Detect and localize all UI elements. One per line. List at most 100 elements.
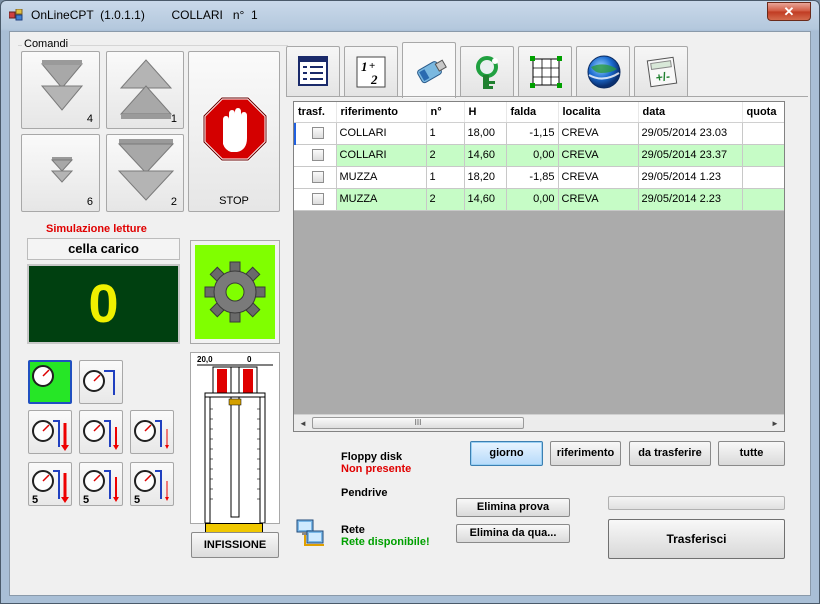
tab-numbering[interactable]: 1 + 2 [344, 46, 398, 96]
table-row[interactable]: COLLARI 2 14,60 0,00 CREVA 29/05/2014 23… [294, 144, 784, 167]
cell-localita[interactable]: CREVA [558, 122, 639, 145]
step-number: 5 [32, 494, 38, 505]
transfer-checkbox[interactable] [312, 127, 324, 140]
gauge-down-1-button[interactable] [28, 410, 72, 454]
cell-h[interactable]: 14,60 [464, 144, 507, 167]
gauge-arrow-icon [83, 370, 115, 395]
cell-data[interactable]: 29/05/2014 23.03 [638, 122, 743, 145]
column-header-h[interactable]: H [464, 102, 507, 123]
gauge-down-3-button[interactable] [130, 410, 174, 454]
cell-falda[interactable]: -1,15 [506, 122, 559, 145]
tab-map[interactable] [518, 46, 572, 96]
close-button[interactable]: ✕ [767, 2, 811, 21]
transfer-cell[interactable] [294, 166, 337, 189]
scroll-thumb[interactable]: III [312, 417, 524, 429]
tab-globe[interactable] [576, 46, 630, 96]
cell-falda[interactable]: 0,00 [506, 144, 559, 167]
cell-data[interactable]: 29/05/2014 23.37 [638, 144, 743, 167]
cell-n[interactable]: 2 [426, 188, 465, 211]
tab-search-key[interactable] [460, 46, 514, 96]
column-header-n[interactable]: n° [426, 102, 465, 123]
cell-quota[interactable] [742, 166, 784, 189]
button-number: 6 [86, 196, 93, 208]
stop-button[interactable]: STOP [188, 51, 280, 212]
cell-h[interactable]: 18,20 [464, 166, 507, 189]
cell-n[interactable]: 1 [426, 166, 465, 189]
filter-giorno-button[interactable]: giorno [470, 441, 543, 466]
tab-calculator[interactable]: +/- [634, 46, 688, 96]
transfer-cell[interactable] [294, 144, 337, 167]
filter-tutte-button[interactable]: tutte [718, 441, 785, 466]
scroll-left-icon[interactable]: ◄ [296, 417, 310, 430]
scroll-right-icon[interactable]: ► [768, 417, 782, 430]
gauge-mode-1-button[interactable] [28, 360, 72, 404]
cell-riferimento[interactable]: COLLARI [336, 144, 427, 167]
cell-data[interactable]: 29/05/2014 1.23 [638, 166, 743, 189]
column-header-data[interactable]: data [638, 102, 743, 123]
tab-usb[interactable] [402, 42, 456, 98]
column-header-localita[interactable]: localita [558, 102, 639, 123]
gear-button[interactable] [190, 240, 280, 344]
row-cursor [294, 123, 296, 145]
transfer-button[interactable]: Trasferisci [608, 519, 785, 559]
window-title: OnLineCPT (1.0.1.1) COLLARI n° 1 [31, 8, 258, 22]
cell-quota[interactable] [742, 144, 784, 167]
cell-riferimento[interactable]: COLLARI [336, 122, 427, 145]
gear-icon [204, 261, 266, 323]
column-header-riferimento[interactable]: riferimento [336, 102, 427, 123]
cell-h[interactable]: 18,00 [464, 122, 507, 145]
column-header-trasf[interactable]: trasf. [294, 102, 337, 123]
data-grid[interactable]: trasf. riferimento n° H falda localita d… [293, 101, 785, 432]
cell-quota[interactable] [742, 122, 784, 145]
gauge-step-1-button[interactable]: 5 [28, 462, 72, 506]
delete-from-here-button[interactable]: Elimina da qua... [456, 524, 570, 543]
gauge-step-3-button[interactable]: 5 [130, 462, 174, 506]
gauge-down-2-button[interactable] [79, 410, 123, 454]
gauge-mode-2-button[interactable] [79, 360, 123, 404]
down-6-button[interactable]: 6 [21, 134, 100, 212]
cell-label: cella carico [27, 238, 180, 260]
filter-riferimento-button[interactable]: riferimento [550, 441, 621, 466]
tab-panel-border [286, 96, 808, 97]
up-1-button[interactable]: 1 [106, 51, 184, 129]
cell-h[interactable]: 14,60 [464, 188, 507, 211]
horizontal-scrollbar[interactable]: ◄ III ► [294, 414, 784, 431]
column-header-falda[interactable]: falda [506, 102, 559, 123]
transfer-cell[interactable] [294, 122, 337, 145]
cell-localita[interactable]: CREVA [558, 166, 639, 189]
cell-riferimento[interactable]: MUZZA [336, 188, 427, 211]
table-row[interactable]: MUZZA 2 14,60 0,00 CREVA 29/05/2014 2.23 [294, 188, 784, 211]
delete-test-button[interactable]: Elimina prova [456, 498, 570, 517]
cell-localita[interactable]: CREVA [558, 188, 639, 211]
cell-quota[interactable] [742, 188, 784, 211]
cell-falda[interactable]: 0,00 [506, 188, 559, 211]
cell-localita[interactable]: CREVA [558, 144, 639, 167]
cell-falda[interactable]: -1,85 [506, 166, 559, 189]
transfer-checkbox[interactable] [312, 171, 324, 184]
cell-n[interactable]: 1 [426, 122, 465, 145]
column-header-quota[interactable]: quota [742, 102, 784, 123]
svg-text:+: + [369, 60, 375, 72]
table-row[interactable]: COLLARI 1 18,00 -1,15 CREVA 29/05/2014 2… [294, 122, 784, 145]
transfer-cell[interactable] [294, 188, 337, 211]
down-2-button[interactable]: 2 [106, 134, 184, 212]
table-row[interactable]: MUZZA 1 18,20 -1,85 CREVA 29/05/2014 1.2… [294, 166, 784, 189]
transfer-checkbox[interactable] [312, 193, 324, 206]
cell-n[interactable]: 2 [426, 144, 465, 167]
down-4-button[interactable]: 4 [21, 51, 100, 129]
filter-da-trasferire-button[interactable]: da trasferire [629, 441, 711, 466]
transfer-checkbox[interactable] [312, 149, 324, 162]
app-icon [9, 9, 23, 21]
map-grid-icon [530, 56, 562, 88]
floppy-label: Floppy disk [341, 451, 403, 463]
cell-data[interactable]: 29/05/2014 2.23 [638, 188, 743, 211]
gauge-step-2-button[interactable]: 5 [79, 462, 123, 506]
tab-list[interactable] [286, 46, 340, 96]
infissione-button[interactable]: INFISSIONE [191, 532, 279, 558]
title-bar[interactable]: OnLineCPT (1.0.1.1) COLLARI n° 1 ✕ [1, 1, 819, 29]
gauge-down-arrow-icon [83, 420, 119, 450]
list-icon [298, 56, 328, 86]
cell-riferimento[interactable]: MUZZA [336, 166, 427, 189]
network-label: Rete [341, 524, 365, 536]
svg-text:+/-: +/- [655, 69, 671, 85]
